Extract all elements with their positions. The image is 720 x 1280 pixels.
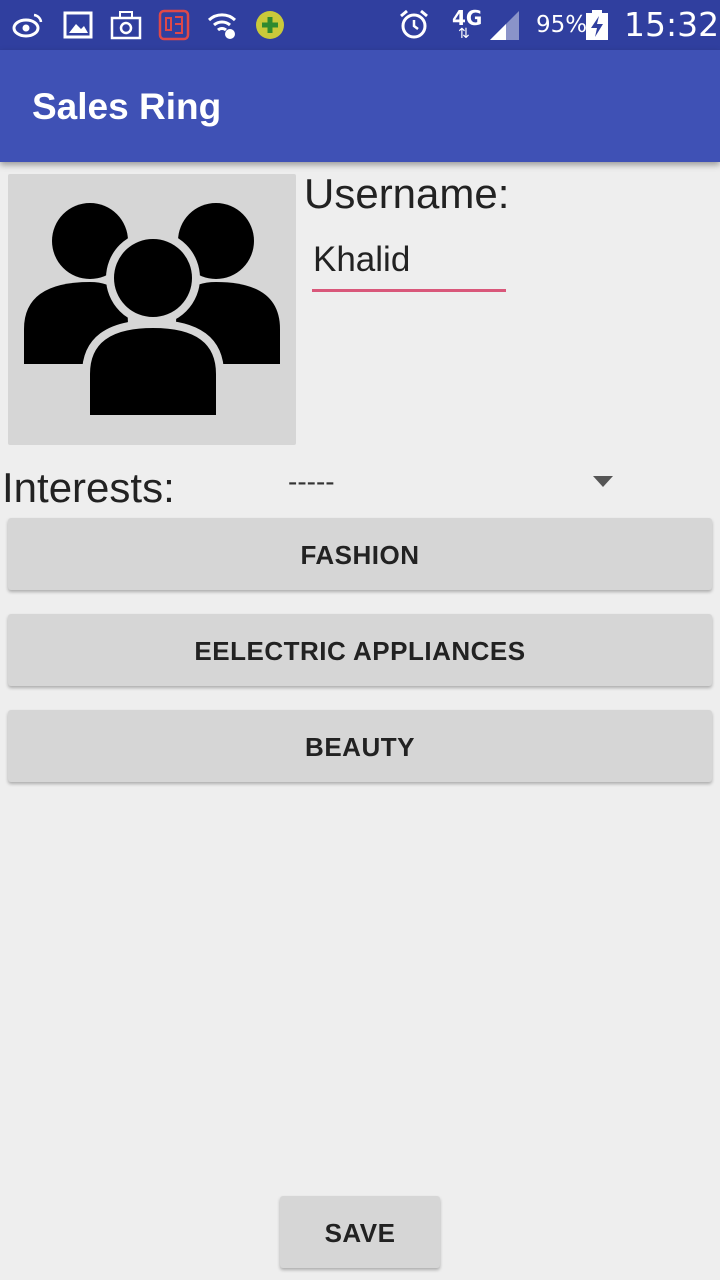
fashion-button[interactable]: FASHION [8,518,712,590]
clock: 15:32 [624,5,720,44]
username-label: Username: [304,170,510,217]
interests-label: Interests: [2,464,175,511]
app-bar: Sales Ring [0,50,720,162]
interests-selected-value: ----- [288,466,335,497]
wifi-icon [207,13,237,39]
music-app-icon [158,9,190,41]
dropdown-arrow-icon [593,476,613,487]
app-title: Sales Ring [32,86,222,127]
data-arrows-icon: ⇅ [458,26,470,42]
group-icon [24,203,280,423]
signal-icon [490,11,519,40]
interests-dropdown[interactable]: ----- [286,466,626,506]
gallery-icon [63,11,93,39]
avatar-button[interactable] [8,174,296,445]
alarm-icon [400,9,428,39]
status-bar: 4G ⇅ 95% 15:32 [0,0,720,50]
beauty-button[interactable]: BEAUTY [8,710,712,782]
plus-app-icon [256,11,284,39]
battery-percent: 95% [536,12,588,38]
save-button[interactable]: SAVE [280,1196,440,1268]
battery-charging-icon [586,10,608,40]
electric-appliances-button[interactable]: EELECTRIC APPLIANCES [8,614,712,686]
weibo-icon [12,13,43,38]
username-input[interactable] [312,230,506,292]
camera-app-icon [110,11,142,40]
